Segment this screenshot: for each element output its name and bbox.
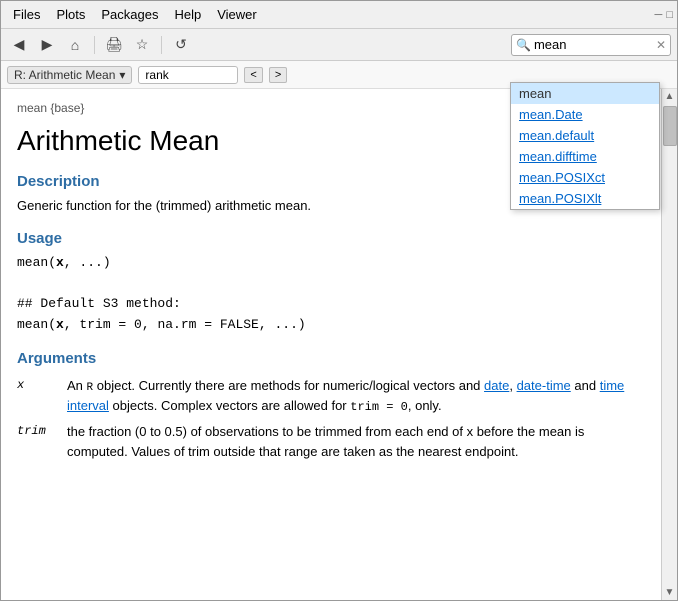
search-input[interactable] (534, 37, 654, 52)
minimize-btn[interactable]: ─ (655, 9, 663, 21)
search-clear-button[interactable]: ✕ (656, 38, 666, 52)
toolbar-separator (94, 36, 95, 54)
menu-help[interactable]: Help (166, 4, 209, 25)
scroll-up-button[interactable]: ▲ (662, 89, 677, 104)
menu-files[interactable]: Files (5, 4, 48, 25)
argument-x-desc: An R object. Currently there are methods… (67, 373, 645, 420)
arguments-heading: Arguments (17, 350, 645, 367)
trim-code: trim = 0 (350, 400, 408, 414)
link-date[interactable]: date (484, 378, 509, 393)
autocomplete-dropdown: mean mean.Date mean.default mean.difftim… (510, 82, 660, 210)
usage-code: mean(x, ...) ## Default S3 method: mean(… (17, 253, 645, 336)
argument-x-row: x An R object. Currently there are metho… (17, 373, 645, 420)
scroll-down-button[interactable]: ▼ (662, 585, 677, 600)
argument-trim-row: trim the fraction (0 to 0.5) of observat… (17, 419, 645, 464)
autocomplete-item-mean-date[interactable]: mean.Date (511, 104, 659, 125)
print-button[interactable]: 🖨 (102, 34, 126, 56)
home-button[interactable]: ⌂ (63, 34, 87, 56)
argument-trim-name: trim (17, 419, 67, 464)
back-button[interactable]: ◀ (7, 34, 31, 56)
nav-next-button[interactable]: > (269, 67, 287, 83)
argument-x-name: x (17, 373, 67, 420)
bookmark-button[interactable]: ☆ (130, 34, 154, 56)
link-date-time[interactable]: date-time (517, 378, 571, 393)
code-line-1: mean(x, ...) (17, 253, 645, 274)
menu-packages[interactable]: Packages (93, 4, 166, 25)
arguments-table: x An R object. Currently there are metho… (17, 373, 645, 465)
autocomplete-item-mean[interactable]: mean (511, 83, 659, 104)
code-line-3: ## Default S3 method: (17, 294, 645, 315)
rank-input[interactable] (138, 66, 238, 84)
toolbar-separator2 (161, 36, 162, 54)
toolbar: ◀ ▶ ⌂ 🖨 ☆ ↺ 🔍 ✕ (1, 29, 677, 61)
nav-prev-button[interactable]: < (244, 67, 262, 83)
argument-trim-desc: the fraction (0 to 0.5) of observations … (67, 419, 645, 464)
address-text: R: Arithmetic Mean (14, 68, 115, 82)
r-inline: R (87, 382, 94, 394)
address-label[interactable]: R: Arithmetic Mean ▾ (7, 66, 132, 84)
refresh-button[interactable]: ↺ (169, 34, 193, 56)
scrollbar: ▲ ▼ (661, 89, 677, 600)
code-line-2 (17, 273, 645, 294)
maximize-btn[interactable]: □ (666, 9, 673, 21)
help-package-label: mean {base} (17, 101, 84, 115)
menu-plots[interactable]: Plots (48, 4, 93, 25)
autocomplete-item-mean-posixlt[interactable]: mean.POSIXlt (511, 188, 659, 209)
search-box: 🔍 ✕ (511, 34, 671, 56)
autocomplete-item-mean-difftime[interactable]: mean.difftime (511, 146, 659, 167)
autocomplete-item-mean-posixct[interactable]: mean.POSIXct (511, 167, 659, 188)
menubar: Files Plots Packages Help Viewer ─ □ (1, 1, 677, 29)
code-line-4: mean(x, trim = 0, na.rm = FALSE, ...) (17, 315, 645, 336)
forward-button[interactable]: ▶ (35, 34, 59, 56)
scrollbar-track[interactable] (662, 148, 677, 585)
address-dropdown-arrow: ▾ (119, 68, 125, 82)
scrollbar-thumb[interactable] (663, 106, 677, 146)
search-icon: 🔍 (516, 38, 531, 52)
autocomplete-item-mean-default[interactable]: mean.default (511, 125, 659, 146)
usage-heading: Usage (17, 230, 645, 247)
menu-viewer[interactable]: Viewer (209, 4, 265, 25)
